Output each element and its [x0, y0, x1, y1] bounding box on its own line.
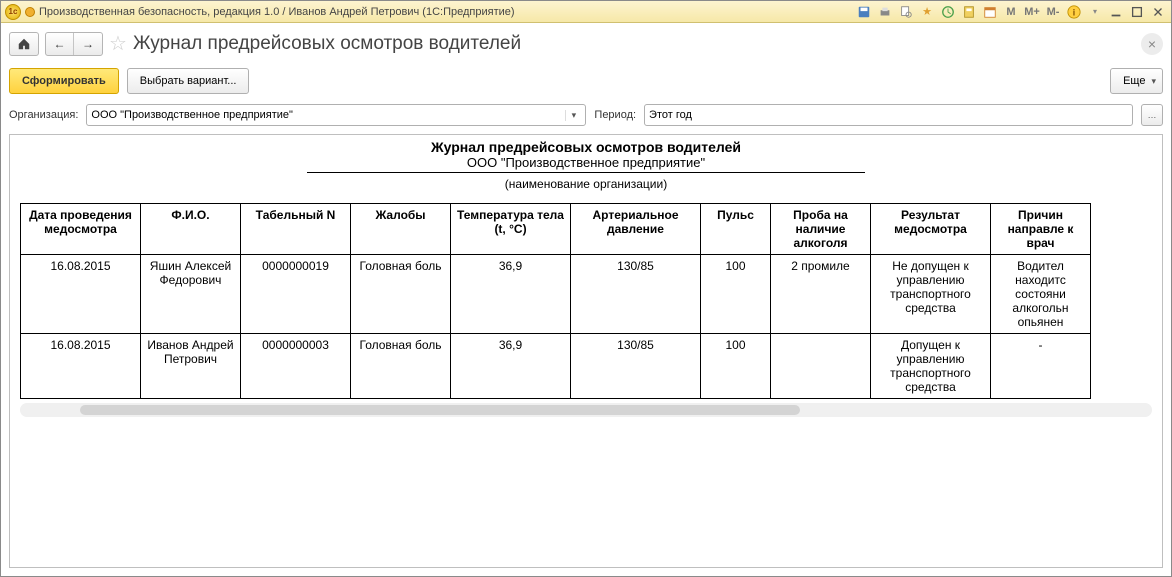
table-cell: Яшин Алексей Федорович — [141, 255, 241, 334]
col-reason: Причин направле к врач — [991, 204, 1091, 255]
m-minus-icon[interactable]: M- — [1044, 4, 1062, 20]
col-tabn: Табельный N — [241, 204, 351, 255]
form-button[interactable]: Сформировать — [9, 68, 119, 94]
period-label: Период: — [594, 109, 636, 121]
chevron-down-icon[interactable]: ▾ — [565, 110, 581, 121]
col-complaints: Жалобы — [351, 204, 451, 255]
table-cell: 130/85 — [571, 334, 701, 399]
favorite-icon[interactable]: ★ — [918, 4, 936, 20]
app-icon: 1c — [5, 4, 21, 20]
info-icon[interactable]: i — [1065, 4, 1083, 20]
select-variant-button[interactable]: Выбрать вариант... — [127, 68, 250, 94]
window-title: Производственная безопасность, редакция … — [39, 6, 515, 18]
minimize-icon[interactable] — [1107, 4, 1125, 20]
filters-row: Организация: ООО "Производственное предп… — [9, 104, 1163, 126]
body: ← → ☆ Журнал предрейсовых осмотров водит… — [1, 23, 1171, 576]
table-cell: Иванов Андрей Петрович — [141, 334, 241, 399]
period-select-button[interactable]: … — [1141, 104, 1163, 126]
table-cell: 16.08.2015 — [21, 255, 141, 334]
report-table: Дата проведения медосмотра Ф.И.О. Табель… — [20, 203, 1091, 399]
titlebar-tools: ★ M M+ M- i ▾ — [855, 4, 1167, 20]
col-temp: Температура тела (t, °C) — [451, 204, 571, 255]
horizontal-scrollbar[interactable] — [20, 403, 1152, 417]
table-cell: 36,9 — [451, 334, 571, 399]
table-cell: Головная боль — [351, 255, 451, 334]
star-icon[interactable]: ☆ — [109, 31, 127, 56]
table-cell: 2 промиле — [771, 255, 871, 334]
table-cell: Допущен к управлению транспортного средс… — [871, 334, 991, 399]
forward-button[interactable]: → — [74, 33, 102, 55]
table-cell: 130/85 — [571, 255, 701, 334]
col-alco: Проба на наличие алкоголя — [771, 204, 871, 255]
calendar-icon[interactable] — [981, 4, 999, 20]
table-cell: Головная боль — [351, 334, 451, 399]
m-icon[interactable]: M — [1002, 4, 1020, 20]
close-icon[interactable] — [1149, 4, 1167, 20]
col-pressure: Артериальное давление — [571, 204, 701, 255]
period-combo[interactable]: Этот год — [644, 104, 1133, 126]
home-button[interactable] — [9, 32, 39, 56]
table-cell: - — [991, 334, 1091, 399]
scrollbar-thumb[interactable] — [80, 405, 800, 415]
table-row: 16.08.2015Иванов Андрей Петрович00000000… — [21, 334, 1091, 399]
report-org: ООО "Производственное предприятие" — [467, 153, 705, 172]
table-cell — [771, 334, 871, 399]
col-pulse: Пульс — [701, 204, 771, 255]
report-area: Журнал предрейсовых осмотров водителей О… — [9, 134, 1163, 568]
print-icon[interactable] — [876, 4, 894, 20]
svg-text:i: i — [1073, 7, 1075, 17]
table-cell: Не допущен к управлению транспортного ср… — [871, 255, 991, 334]
period-value: Этот год — [649, 109, 1128, 121]
titlebar: 1c Производственная безопасность, редакц… — [1, 1, 1171, 23]
app-dot-icon — [25, 7, 35, 17]
info-dropdown-icon[interactable]: ▾ — [1086, 4, 1104, 20]
table-cell: Водител находитс состояни алкогольн опья… — [991, 255, 1091, 334]
table-cell: 36,9 — [451, 255, 571, 334]
org-combo[interactable]: ООО "Производственное предприятие" ▾ — [86, 104, 586, 126]
col-date: Дата проведения медосмотра — [21, 204, 141, 255]
nav-back-forward: ← → — [45, 32, 103, 56]
table-cell: 100 — [701, 334, 771, 399]
save-icon[interactable] — [855, 4, 873, 20]
page-title: Журнал предрейсовых осмотров водителей — [133, 33, 521, 55]
report-header: Журнал предрейсовых осмотров водителей О… — [10, 139, 1162, 203]
preview-icon[interactable] — [897, 4, 915, 20]
m-plus-icon[interactable]: M+ — [1023, 4, 1041, 20]
table-row: 16.08.2015Яшин Алексей Федорович00000000… — [21, 255, 1091, 334]
calculator-icon[interactable] — [960, 4, 978, 20]
table-cell: 0000000019 — [241, 255, 351, 334]
page-close-button[interactable]: × — [1141, 33, 1163, 55]
org-value: ООО "Производственное предприятие" — [91, 109, 561, 121]
back-button[interactable]: ← — [46, 33, 74, 55]
table-cell: 16.08.2015 — [21, 334, 141, 399]
maximize-icon[interactable] — [1128, 4, 1146, 20]
table-cell: 0000000003 — [241, 334, 351, 399]
toolbar: Сформировать Выбрать вариант... Еще — [9, 68, 1163, 94]
header-row: ← → ☆ Журнал предрейсовых осмотров водит… — [9, 31, 1163, 56]
report-subcaption: (наименование организации) — [10, 173, 1162, 203]
col-result: Результат медосмотра — [871, 204, 991, 255]
table-header-row: Дата проведения медосмотра Ф.И.О. Табель… — [21, 204, 1091, 255]
more-button[interactable]: Еще — [1110, 68, 1163, 94]
history-icon[interactable] — [939, 4, 957, 20]
col-fio: Ф.И.О. — [141, 204, 241, 255]
app-window: 1c Производственная безопасность, редакц… — [0, 0, 1172, 577]
table-cell: 100 — [701, 255, 771, 334]
org-label: Организация: — [9, 109, 78, 121]
